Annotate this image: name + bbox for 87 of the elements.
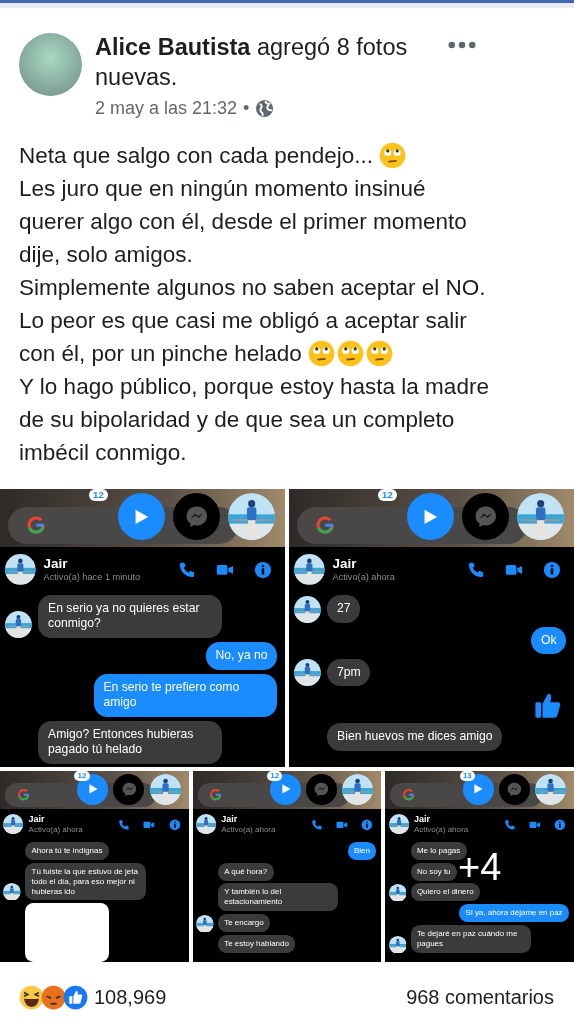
messenger-bubble[interactable]	[306, 773, 338, 805]
avatar-icon	[149, 773, 181, 805]
avatar-icon	[3, 882, 21, 901]
post-title: Alice Bautista agregó 8 fotos nuevas.	[95, 33, 409, 92]
phone-icon[interactable]	[177, 560, 196, 579]
separator-dot: •	[243, 98, 250, 119]
messenger-bubble[interactable]	[498, 773, 530, 805]
post-time[interactable]: 2 may a las 21:32	[95, 98, 238, 119]
phone-icon[interactable]	[466, 560, 485, 579]
info-icon[interactable]	[168, 818, 181, 831]
contact-name: Jair	[43, 555, 69, 572]
post-text: Neta que salgo con cada pendejo...	[19, 142, 373, 170]
avatar-icon	[196, 814, 217, 835]
messenger-icon	[313, 780, 330, 798]
messenger-icon	[120, 780, 138, 798]
avatar-icon	[294, 595, 321, 623]
notification-badge: 12	[378, 489, 397, 501]
avatar-icon	[5, 610, 32, 638]
avatar-icon	[294, 554, 325, 585]
eye-roll-emoji-icon	[307, 340, 335, 367]
google-logo-icon	[16, 788, 31, 802]
info-icon[interactable]	[553, 818, 566, 831]
message-bubble: 7pm	[327, 658, 371, 687]
more-options-icon[interactable]	[448, 41, 476, 49]
post-text: Les juro que en ningún momento insinué	[19, 175, 426, 203]
info-icon[interactable]	[543, 560, 562, 579]
contact-name: Jair	[413, 813, 431, 825]
phone-icon[interactable]	[118, 818, 130, 831]
post-text: de su bipolaridad y de que sea un completo	[19, 406, 455, 434]
avatar-icon	[196, 914, 214, 933]
post-text: con él, por un pinche helado	[19, 340, 302, 368]
avatar-icon	[534, 773, 566, 805]
post-text: dije, solo amigos.	[19, 241, 193, 269]
avatar-icon	[388, 935, 407, 954]
laughing-emoji-icon[interactable]	[19, 985, 44, 1010]
eye-roll-emoji-icon	[379, 142, 406, 169]
messenger-bubble[interactable]	[113, 773, 145, 805]
comment-count[interactable]: 968 comentarios	[406, 986, 554, 1009]
phone-icon[interactable]	[503, 818, 516, 831]
play-icon	[472, 783, 484, 795]
message-bubble: Bien huevos me dices amigo	[327, 723, 503, 751]
messenger-icon	[505, 780, 523, 798]
eye-roll-emoji-icon	[365, 340, 393, 367]
notification-badge: 12	[267, 771, 283, 781]
message-bubble: En serio ya no quieres estar conmigo?	[38, 595, 222, 638]
contact-name: Jair	[332, 555, 358, 572]
play-icon	[279, 783, 292, 795]
info-icon[interactable]	[361, 818, 373, 831]
google-logo-icon	[25, 515, 47, 536]
message-bubble: 27	[327, 595, 361, 623]
post-text: querer algo con él, desde el primer momento	[19, 208, 467, 236]
reaction-count[interactable]: 108,969	[94, 986, 167, 1009]
post-text: Y lo hago público, porque estoy hasta la madre	[19, 373, 489, 401]
like-icon[interactable]	[63, 985, 88, 1010]
notification-badge: 13	[459, 771, 475, 781]
message-bubble: En serio te prefiero como amigo	[93, 674, 278, 717]
google-logo-icon	[402, 788, 416, 802]
contact-status: Activo(a) ahora	[28, 824, 84, 835]
globe-icon	[255, 99, 275, 118]
play-icon	[86, 783, 99, 795]
info-icon[interactable]	[254, 560, 273, 579]
notification-badge: 12	[89, 489, 108, 501]
eye-roll-emoji-icon	[336, 340, 364, 367]
chat-screenshot[interactable]: 12 Jair Activo(a) hace 1 minuto En serio ya no quieres estar conmigo? No, ya no En serio te prefiero como amigo Amigo? Entonces hubieras pagado tú helado	[0, 489, 285, 767]
notification-badge: 12	[74, 771, 90, 781]
avatar-icon	[388, 883, 407, 902]
message-bubble: Amigo? Entonces hubieras pagado tú helado	[38, 721, 222, 764]
google-logo-icon	[314, 515, 336, 536]
post-text: Lo peor es que casi me obligó a aceptar salir	[19, 307, 467, 335]
contact-status: Activo(a) hace 1 minuto	[43, 571, 142, 584]
contact-name: Jair	[28, 813, 46, 825]
contact-status: Activo(a) ahora	[332, 571, 396, 584]
avatar-icon	[5, 554, 36, 585]
phone-icon[interactable]	[310, 818, 323, 831]
message-bubble: No, ya no	[205, 642, 278, 670]
avatar-icon	[294, 659, 321, 687]
avatar-icon	[388, 814, 409, 835]
contact-status: Activo(a) ahora	[221, 824, 277, 835]
post-text: Simplemente algunos no saben aceptar el NO.	[19, 274, 486, 302]
angry-emoji-icon[interactable]	[41, 985, 66, 1010]
avatar-icon	[3, 814, 24, 835]
contact-name: Jair	[221, 813, 239, 825]
post-text: imbécil conmigo.	[19, 439, 187, 467]
google-logo-icon	[209, 788, 223, 802]
contact-status: Activo(a) ahora	[413, 824, 470, 835]
message-bubble: Ok	[531, 627, 567, 655]
avatar-icon	[342, 773, 374, 805]
